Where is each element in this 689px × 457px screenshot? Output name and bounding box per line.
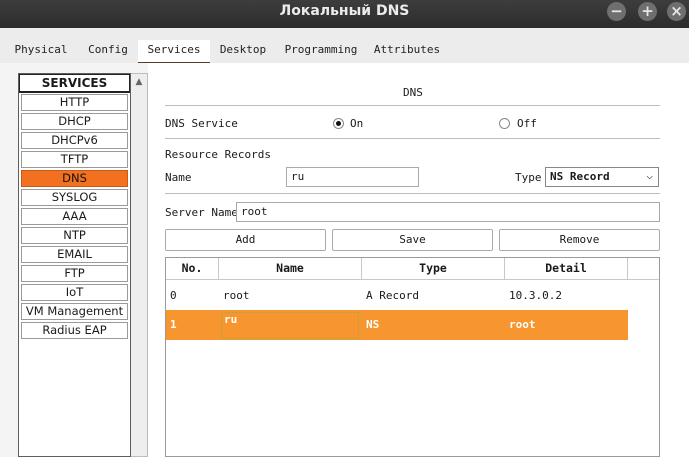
tab-services[interactable]: Services [138,40,210,65]
tab-programming[interactable]: Programming [280,40,362,62]
dns-off-label: Off [517,117,537,130]
scroll-up-icon[interactable]: ▲ [132,75,146,89]
sidebar-item-syslog[interactable]: SYSLOG [21,189,128,206]
dns-content: DNS DNS Service On Off Resource Records … [148,63,689,457]
type-select[interactable]: NS Record ⌵ [545,167,659,187]
divider [165,105,660,106]
sidebar-item-ntp[interactable]: NTP [21,227,128,244]
window-title: Локальный DNS [279,3,410,19]
type-label: Type [515,171,542,184]
tab-desktop[interactable]: Desktop [214,40,272,62]
sidebar-scrollbar[interactable]: ▲ [131,73,148,457]
name-input[interactable]: ru [286,167,419,187]
sidebar-item-radius-eap[interactable]: Radius EAP [21,322,128,339]
sidebar-item-dhcpv6[interactable]: DHCPv6 [21,132,128,149]
minimize-icon[interactable]: − [607,2,626,21]
sidebar-item-vm-management[interactable]: VM Management [21,303,128,320]
table-row-selected[interactable]: 1 ru NS root [166,310,628,340]
tab-attributes[interactable]: Attributes [368,40,446,62]
dns-on-radio[interactable] [333,118,344,129]
sidebar-item-tftp[interactable]: TFTP [21,151,128,168]
table-row[interactable]: 0 root A Record 10.3.0.2 [166,281,628,311]
server-name-label: Server Name [165,206,238,219]
maximize-icon[interactable]: + [638,2,657,21]
sidebar-item-aaa[interactable]: AAA [21,208,128,225]
services-panel: SERVICES HTTP DHCP DHCPv6 TFTP DNS SYSLO… [0,63,689,457]
chevron-down-icon: ⌵ [646,169,653,182]
services-sidebar: SERVICES HTTP DHCP DHCPv6 TFTP DNS SYSLO… [18,73,131,457]
remove-button[interactable]: Remove [499,229,660,251]
tab-physical[interactable]: Physical [6,40,76,62]
cell-name: root [223,289,250,302]
cell-detail: 10.3.0.2 [509,289,562,302]
cell-no: 1 [170,318,177,331]
sidebar-item-iot[interactable]: IoT [21,284,128,301]
cell-type: NS [366,318,380,331]
sidebar-item-http[interactable]: HTTP [21,94,128,111]
sidebar-item-dns[interactable]: DNS [21,170,128,187]
tab-config[interactable]: Config [84,40,132,62]
cell-detail: root [509,318,536,331]
sidebar-header: SERVICES [19,74,130,93]
close-icon[interactable]: × [667,2,686,21]
column-header-no: No. [166,258,219,280]
column-header-detail: Detail [505,258,628,280]
type-select-value: NS Record [550,170,610,183]
divider [165,138,660,139]
records-table: No. Name Type Detail 0 root A Record 10.… [165,257,660,457]
name-label: Name [165,171,192,184]
title-bar: Локальный DNS − + × [0,0,689,28]
sidebar-item-email[interactable]: EMAIL [21,246,128,263]
cell-no: 0 [170,289,177,302]
column-header-type: Type [362,258,505,280]
cell-name-editor[interactable]: ru [221,312,359,339]
dns-off-radio[interactable] [499,118,510,129]
dns-on-label: On [350,117,364,130]
sidebar-item-ftp[interactable]: FTP [21,265,128,282]
server-name-input[interactable]: root [236,202,660,222]
section-title: DNS [403,86,423,99]
column-header-spacer [628,258,659,280]
sidebar-item-dhcp[interactable]: DHCP [21,113,128,130]
dns-service-label: DNS Service [165,117,238,130]
resource-records-title: Resource Records [165,148,271,161]
cell-type: A Record [366,289,419,302]
divider [165,193,660,194]
column-header-name: Name [219,258,362,280]
add-button[interactable]: Add [165,229,326,251]
tab-strip: Physical Config Services Desktop Program… [0,28,689,65]
save-button[interactable]: Save [332,229,493,251]
